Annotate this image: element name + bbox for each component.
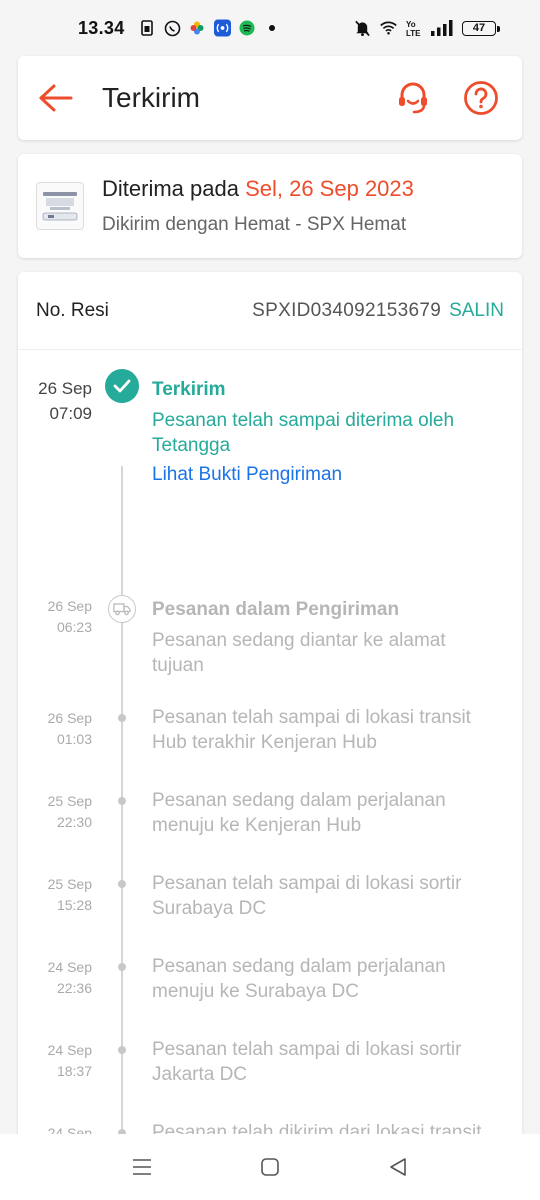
timeline-dot-icon bbox=[118, 797, 126, 805]
recents-icon bbox=[133, 1159, 151, 1175]
timeline-line bbox=[121, 466, 123, 1172]
app-header: Terkirim bbox=[18, 56, 522, 140]
event-body: Pesanan sedang dalam perjalanan menuju k… bbox=[152, 788, 502, 838]
cast-icon bbox=[213, 19, 231, 37]
svg-text:Yo: Yo bbox=[406, 20, 416, 29]
back-icon bbox=[390, 1158, 406, 1176]
support-headset-icon bbox=[399, 82, 427, 114]
event-marker bbox=[118, 714, 126, 722]
battery-icon: 47 bbox=[462, 20, 500, 36]
event-time: 01:03 bbox=[56, 731, 92, 747]
timeline-dot-icon bbox=[118, 963, 126, 971]
home-button[interactable] bbox=[258, 1155, 282, 1179]
event-datetime: 24 Sep 22:36 bbox=[18, 957, 92, 999]
event-date: 26 Sep bbox=[47, 598, 92, 614]
volte-icon: Yo LTE bbox=[406, 20, 422, 37]
event-time: 07:09 bbox=[49, 404, 92, 423]
sim-icon bbox=[139, 20, 156, 37]
event-datetime: 24 Sep 18:37 bbox=[18, 1040, 92, 1082]
whatsapp-icon bbox=[164, 20, 181, 37]
back-arrow-icon bbox=[39, 84, 73, 112]
event-time: 22:30 bbox=[56, 814, 92, 830]
tracking-card: No. Resi SPXID034092153679 SALIN 26 Sep … bbox=[18, 272, 522, 1172]
timeline-dot-icon bbox=[118, 1046, 126, 1054]
event-marker bbox=[108, 595, 136, 623]
delivery-summary-card: Diterima pada Sel, 26 Sep 2023 Dikirim d… bbox=[18, 154, 522, 258]
event-marker bbox=[118, 1046, 126, 1054]
event-date: 26 Sep bbox=[47, 710, 92, 726]
event-date: 24 Sep bbox=[47, 959, 92, 975]
resi-number: SPXID034092153679 bbox=[252, 299, 442, 321]
event-body: Pesanan telah sampai di lokasi sortir Su… bbox=[152, 871, 502, 921]
event-body: Pesanan telah sampai di lokasi sortir Ja… bbox=[152, 1037, 502, 1087]
shipping-method: Dikirim dengan Hemat - SPX Hemat bbox=[102, 214, 407, 235]
event-date: 24 Sep bbox=[47, 1042, 92, 1058]
event-marker bbox=[118, 880, 126, 888]
event-description: Pesanan sedang dalam perjalanan menuju k… bbox=[152, 790, 446, 836]
event-title: Terkirim bbox=[152, 379, 226, 400]
svg-text:LTE: LTE bbox=[406, 29, 421, 37]
event-datetime: 26 Sep 07:09 bbox=[18, 376, 92, 426]
event-time: 06:23 bbox=[56, 619, 92, 635]
event-marker bbox=[118, 797, 126, 805]
resi-row: No. Resi SPXID034092153679 SALIN bbox=[18, 272, 522, 350]
event-description: Pesanan sedang dalam perjalanan menuju k… bbox=[152, 956, 446, 1002]
event-datetime: 26 Sep 06:23 bbox=[18, 596, 92, 638]
wifi-icon bbox=[380, 20, 397, 37]
event-body: Pesanan dalam Pengiriman Pesanan sedang … bbox=[152, 597, 502, 678]
timeline-dot-icon bbox=[118, 880, 126, 888]
mute-icon bbox=[354, 20, 371, 37]
event-description: Pesanan telah sampai diterima oleh Tetan… bbox=[152, 410, 455, 456]
event-body: Pesanan telah sampai di lokasi transit H… bbox=[152, 705, 502, 755]
event-date: 25 Sep bbox=[47, 876, 92, 892]
delivered-date: Sel, 26 Sep 2023 bbox=[245, 176, 414, 201]
recents-button[interactable] bbox=[130, 1155, 154, 1179]
event-description: Pesanan sedang diantar ke alamat tujuan bbox=[152, 630, 446, 676]
status-bar: 13.34 Yo LTE 47 bbox=[0, 0, 540, 56]
back-nav-button[interactable] bbox=[386, 1155, 410, 1179]
event-datetime: 25 Sep 22:30 bbox=[18, 791, 92, 833]
event-marker bbox=[105, 369, 139, 403]
home-icon bbox=[261, 1158, 279, 1176]
event-title: Pesanan dalam Pengiriman bbox=[152, 599, 400, 620]
truck-icon bbox=[108, 595, 136, 623]
delivered-line: Diterima pada Sel, 26 Sep 2023 bbox=[102, 176, 414, 202]
system-nav-bar bbox=[0, 1134, 540, 1200]
timeline-dot-icon bbox=[118, 714, 126, 722]
support-button[interactable] bbox=[394, 79, 432, 117]
event-time: 18:37 bbox=[56, 1063, 92, 1079]
help-icon bbox=[464, 81, 498, 115]
event-body: Terkirim Pesanan telah sampai diterima o… bbox=[152, 377, 502, 487]
status-time: 13.34 bbox=[78, 17, 125, 38]
event-datetime: 26 Sep 01:03 bbox=[18, 708, 92, 750]
event-body: Pesanan sedang dalam perjalanan menuju k… bbox=[152, 954, 502, 1004]
copy-button[interactable]: SALIN bbox=[449, 300, 504, 322]
dot-icon bbox=[264, 20, 281, 37]
delivered-label: Diterima pada bbox=[102, 176, 239, 201]
resi-label: No. Resi bbox=[36, 299, 109, 321]
package-thumbnail bbox=[36, 182, 84, 230]
event-time: 22:36 bbox=[56, 980, 92, 996]
check-icon bbox=[105, 369, 139, 403]
event-description: Pesanan telah sampai di lokasi sortir Su… bbox=[152, 873, 462, 919]
event-date: 25 Sep bbox=[47, 793, 92, 809]
event-description: Pesanan telah sampai di lokasi transit H… bbox=[152, 707, 471, 753]
back-button[interactable] bbox=[36, 78, 76, 118]
signal-icon bbox=[431, 20, 453, 37]
event-date: 26 Sep bbox=[38, 379, 92, 398]
photos-icon bbox=[189, 20, 206, 37]
event-marker bbox=[118, 963, 126, 971]
event-time: 15:28 bbox=[56, 897, 92, 913]
event-description: Pesanan telah sampai di lokasi sortir Ja… bbox=[152, 1039, 462, 1085]
proof-of-delivery-link[interactable]: Lihat Bukti Pengiriman bbox=[152, 462, 502, 487]
page-title: Terkirim bbox=[102, 82, 200, 113]
spotify-icon bbox=[239, 20, 256, 37]
event-datetime: 25 Sep 15:28 bbox=[18, 874, 92, 916]
help-button[interactable] bbox=[462, 79, 500, 117]
